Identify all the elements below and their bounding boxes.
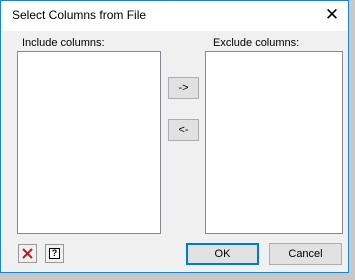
select-columns-dialog: Select Columns from File ✕ Include colum… xyxy=(0,0,349,273)
include-columns-label: Include columns: xyxy=(22,37,105,49)
red-x-icon xyxy=(22,248,33,259)
close-icon[interactable]: ✕ xyxy=(318,2,346,28)
cancel-button[interactable]: Cancel xyxy=(269,243,342,265)
help-button[interactable]: ? xyxy=(45,244,64,263)
ok-button[interactable]: OK xyxy=(186,243,259,265)
clear-button[interactable] xyxy=(18,244,37,263)
move-to-include-button[interactable]: -> xyxy=(168,77,199,99)
question-mark-icon: ? xyxy=(49,248,60,259)
window-title: Select Columns from File xyxy=(12,8,147,22)
include-columns-list[interactable] xyxy=(17,51,161,234)
move-to-exclude-button[interactable]: <- xyxy=(168,119,199,141)
title-bar: Select Columns from File ✕ xyxy=(1,1,348,31)
exclude-columns-label: Exclude columns: xyxy=(213,37,300,49)
exclude-columns-list[interactable] xyxy=(205,51,343,234)
